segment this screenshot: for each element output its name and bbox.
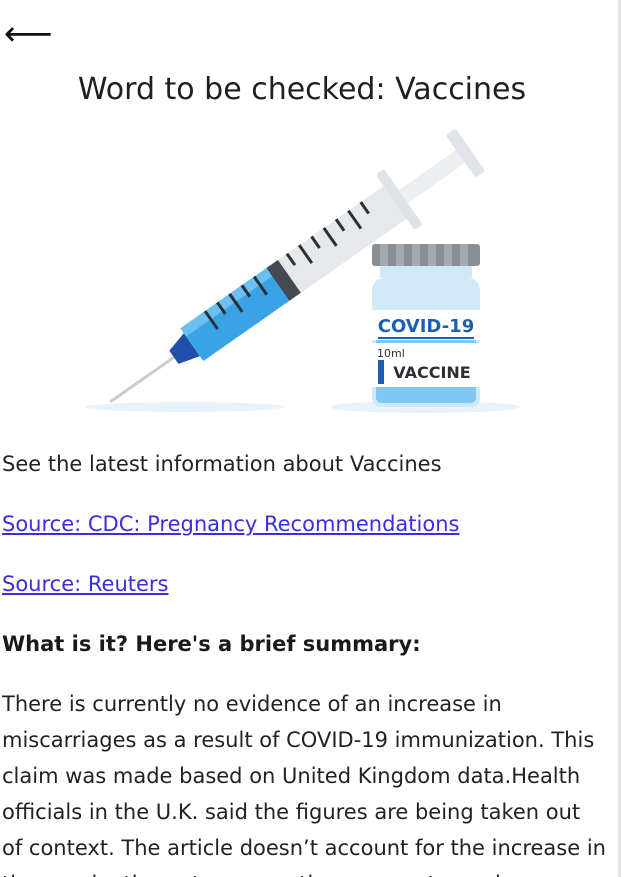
intro-text: See the latest information about Vaccine… [2,452,442,476]
page: ⟵ Word to be checked: Vaccines COVID-19 … [0,0,621,877]
vaccine-syringe-image: COVID-19 10ml VACCINE [85,129,520,413]
summary-heading: What is it? Here's a brief summary: [2,632,421,656]
summary-text: There is currently no evidence of an inc… [2,692,606,877]
source-link-reuters[interactable]: Source: Reuters [2,568,168,600]
vial-label-covid: COVID-19 [378,316,474,337]
page-title: Word to be checked: Vaccines [77,72,527,107]
back-arrow-icon[interactable]: ⟵ [4,14,53,54]
source-link-cdc[interactable]: Source: CDC: Pregnancy Recommendations [2,508,459,540]
vial-label-volume: 10ml [377,347,405,360]
vial-label-vaccine: VACCINE [393,363,470,382]
